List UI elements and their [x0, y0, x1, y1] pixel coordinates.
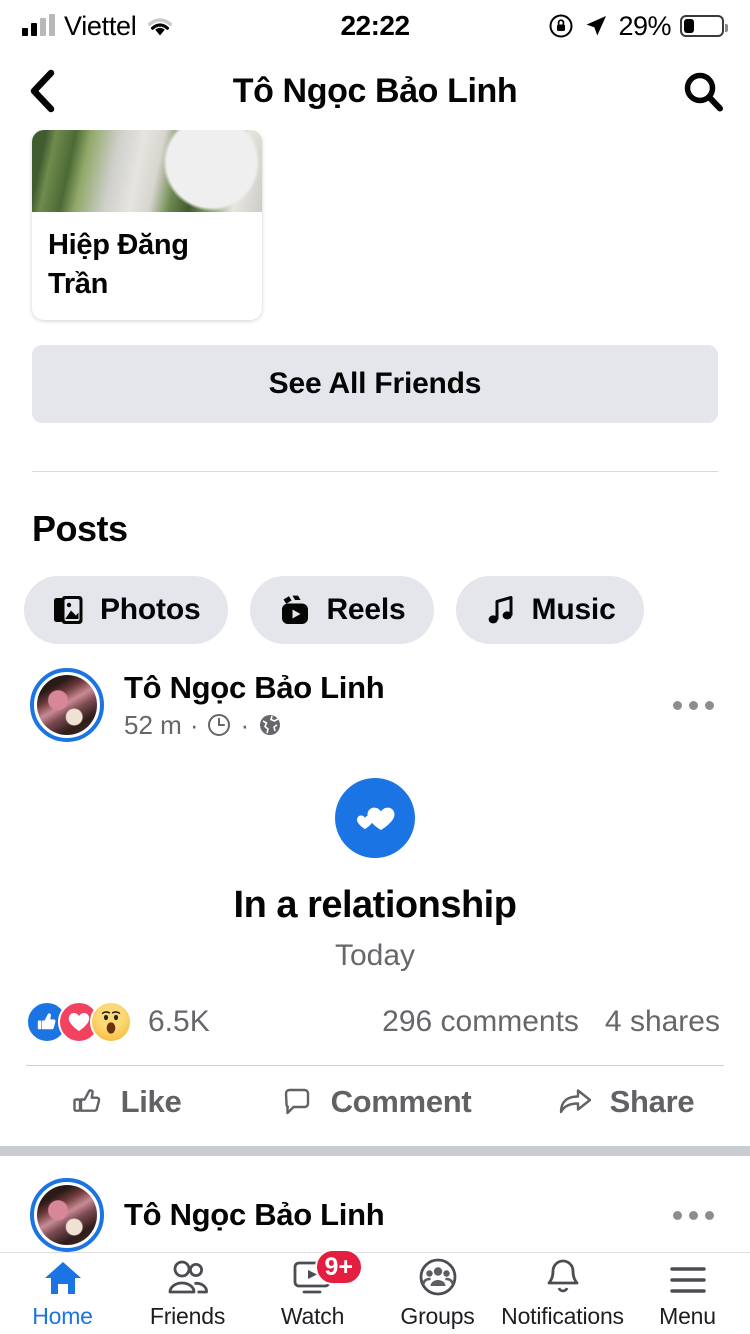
watch-icon: 9+ [291, 1249, 364, 1297]
chip-music-label: Music [531, 593, 616, 626]
tab-menu[interactable]: Menu [625, 1257, 750, 1330]
post-separator-band [0, 1146, 750, 1156]
friend-photo [32, 130, 262, 212]
post-timestamp: 52 m [124, 709, 182, 740]
tab-notifications[interactable]: Notifications [500, 1257, 625, 1330]
bottom-tab-bar: Home Friends 9+ Watch Groups Notificatio… [0, 1249, 750, 1334]
shares-count[interactable]: 4 shares [605, 1005, 720, 1039]
tab-home-label: Home [32, 1303, 93, 1329]
photos-icon [54, 596, 83, 624]
page-title: Tô Ngọc Bảo Linh [232, 71, 518, 110]
meta-separator-1: · [189, 709, 199, 740]
chip-photos[interactable]: Photos [24, 576, 229, 644]
comment-button[interactable]: Comment [250, 1084, 500, 1120]
tab-groups-label: Groups [400, 1303, 475, 1329]
life-event: In a relationship Today [0, 742, 750, 973]
tab-notifications-label: Notifications [501, 1303, 624, 1329]
reactions-count: 6.5K [148, 1005, 210, 1038]
status-bar: Viettel 22:22 29% [0, 0, 750, 52]
share-arrow-icon [559, 1089, 591, 1114]
comments-count[interactable]: 296 comments [382, 1005, 579, 1039]
chip-music[interactable]: Music [455, 576, 644, 644]
tab-home[interactable]: Home [0, 1257, 125, 1330]
chip-reels-label: Reels [326, 593, 406, 626]
life-event-title: In a relationship [233, 884, 517, 926]
location-arrow-icon [586, 16, 607, 36]
chevron-left-icon [30, 69, 55, 113]
tab-groups[interactable]: Groups [375, 1257, 500, 1330]
reaction-wow-icon [90, 1001, 132, 1043]
hamburger-menu-icon [668, 1257, 708, 1297]
friends-strip[interactable]: Hiệp Đăng Trần [0, 130, 750, 325]
tab-watch[interactable]: 9+ Watch [250, 1249, 375, 1330]
avatar [37, 675, 97, 735]
next-avatar-story-ring[interactable] [30, 1178, 104, 1252]
battery-icon [680, 15, 728, 37]
post-more-button[interactable] [673, 700, 720, 710]
nav-header: Tô Ngọc Bảo Linh [0, 52, 750, 130]
battery-percent-label: 29% [618, 10, 671, 41]
share-label: Share [609, 1084, 695, 1119]
rotation-lock-icon [549, 14, 573, 38]
three-dots-icon [673, 700, 682, 710]
like-button[interactable]: Like [0, 1084, 250, 1120]
friends-icon [166, 1257, 210, 1297]
search-button[interactable] [682, 70, 724, 112]
tab-friends-label: Friends [149, 1303, 226, 1329]
thumbs-up-icon [72, 1089, 100, 1112]
reels-icon [282, 595, 309, 624]
comment-bubble-icon [284, 1088, 309, 1115]
post-counts: 6.5K 296 comments 4 shares [0, 973, 750, 1043]
friend-name: Hiệp Đăng Trần [48, 229, 189, 300]
post-card: Tô Ngọc Bảo Linh 52 m · · In a relations… [0, 644, 750, 1156]
tab-menu-label: Menu [659, 1303, 716, 1329]
post-meta: Tô Ngọc Bảo Linh 52 m · · [104, 670, 385, 741]
home-icon [43, 1257, 83, 1297]
reaction-icons[interactable]: 6.5K [26, 1001, 210, 1043]
next-post-meta: Tô Ngọc Bảo Linh [104, 1197, 385, 1233]
tab-friends[interactable]: Friends [125, 1257, 250, 1330]
next-post-author-name[interactable]: Tô Ngọc Bảo Linh [124, 1197, 385, 1233]
clock-icon [208, 714, 231, 736]
avatar-story-ring[interactable] [30, 668, 104, 742]
back-button[interactable] [26, 68, 60, 114]
post-filter-chips: Photos Reels Music [0, 550, 750, 644]
facebook-profile-screen: Viettel 22:22 29% Tô Ngọc Bảo Linh Hiệp … [0, 0, 750, 1334]
like-label: Like [120, 1084, 182, 1119]
hearts-icon-wrap [335, 778, 415, 858]
groups-icon [417, 1257, 459, 1297]
hearts-icon [357, 807, 395, 830]
post-header: Tô Ngọc Bảo Linh 52 m · · [0, 668, 750, 742]
three-dots-icon [673, 1210, 682, 1220]
share-button[interactable]: Share [500, 1084, 750, 1120]
life-event-date: Today [334, 939, 416, 972]
tab-watch-label: Watch [280, 1303, 345, 1329]
friend-card[interactable]: Hiệp Đăng Trần [32, 130, 262, 320]
comment-label: Comment [330, 1084, 472, 1119]
next-post-card: Tô Ngọc Bảo Linh [0, 1156, 750, 1252]
post-counts-right: 296 comments 4 shares [382, 1005, 720, 1039]
globe-icon [260, 715, 281, 735]
post-author-name[interactable]: Tô Ngọc Bảo Linh [124, 670, 385, 706]
music-note-icon [488, 596, 513, 624]
see-all-friends-button[interactable]: See All Friends [32, 345, 718, 423]
status-bar-right: 29% [548, 10, 728, 42]
watch-badge: 9+ [314, 1249, 364, 1285]
scroll-content: Hiệp Đăng Trần See All Friends Posts Pho… [0, 130, 750, 1252]
next-post-more-button[interactable] [673, 1210, 720, 1220]
post-actions: Like Comment Share [0, 1066, 750, 1136]
search-icon [684, 72, 723, 112]
next-avatar [37, 1185, 97, 1245]
bell-icon [543, 1257, 583, 1297]
chip-photos-label: Photos [100, 593, 201, 626]
posts-heading: Posts [32, 508, 128, 549]
post-submeta: 52 m · · [124, 710, 384, 741]
see-all-friends-label: See All Friends [268, 367, 482, 400]
chip-reels[interactable]: Reels [250, 576, 434, 644]
meta-separator-2: · [240, 709, 250, 740]
